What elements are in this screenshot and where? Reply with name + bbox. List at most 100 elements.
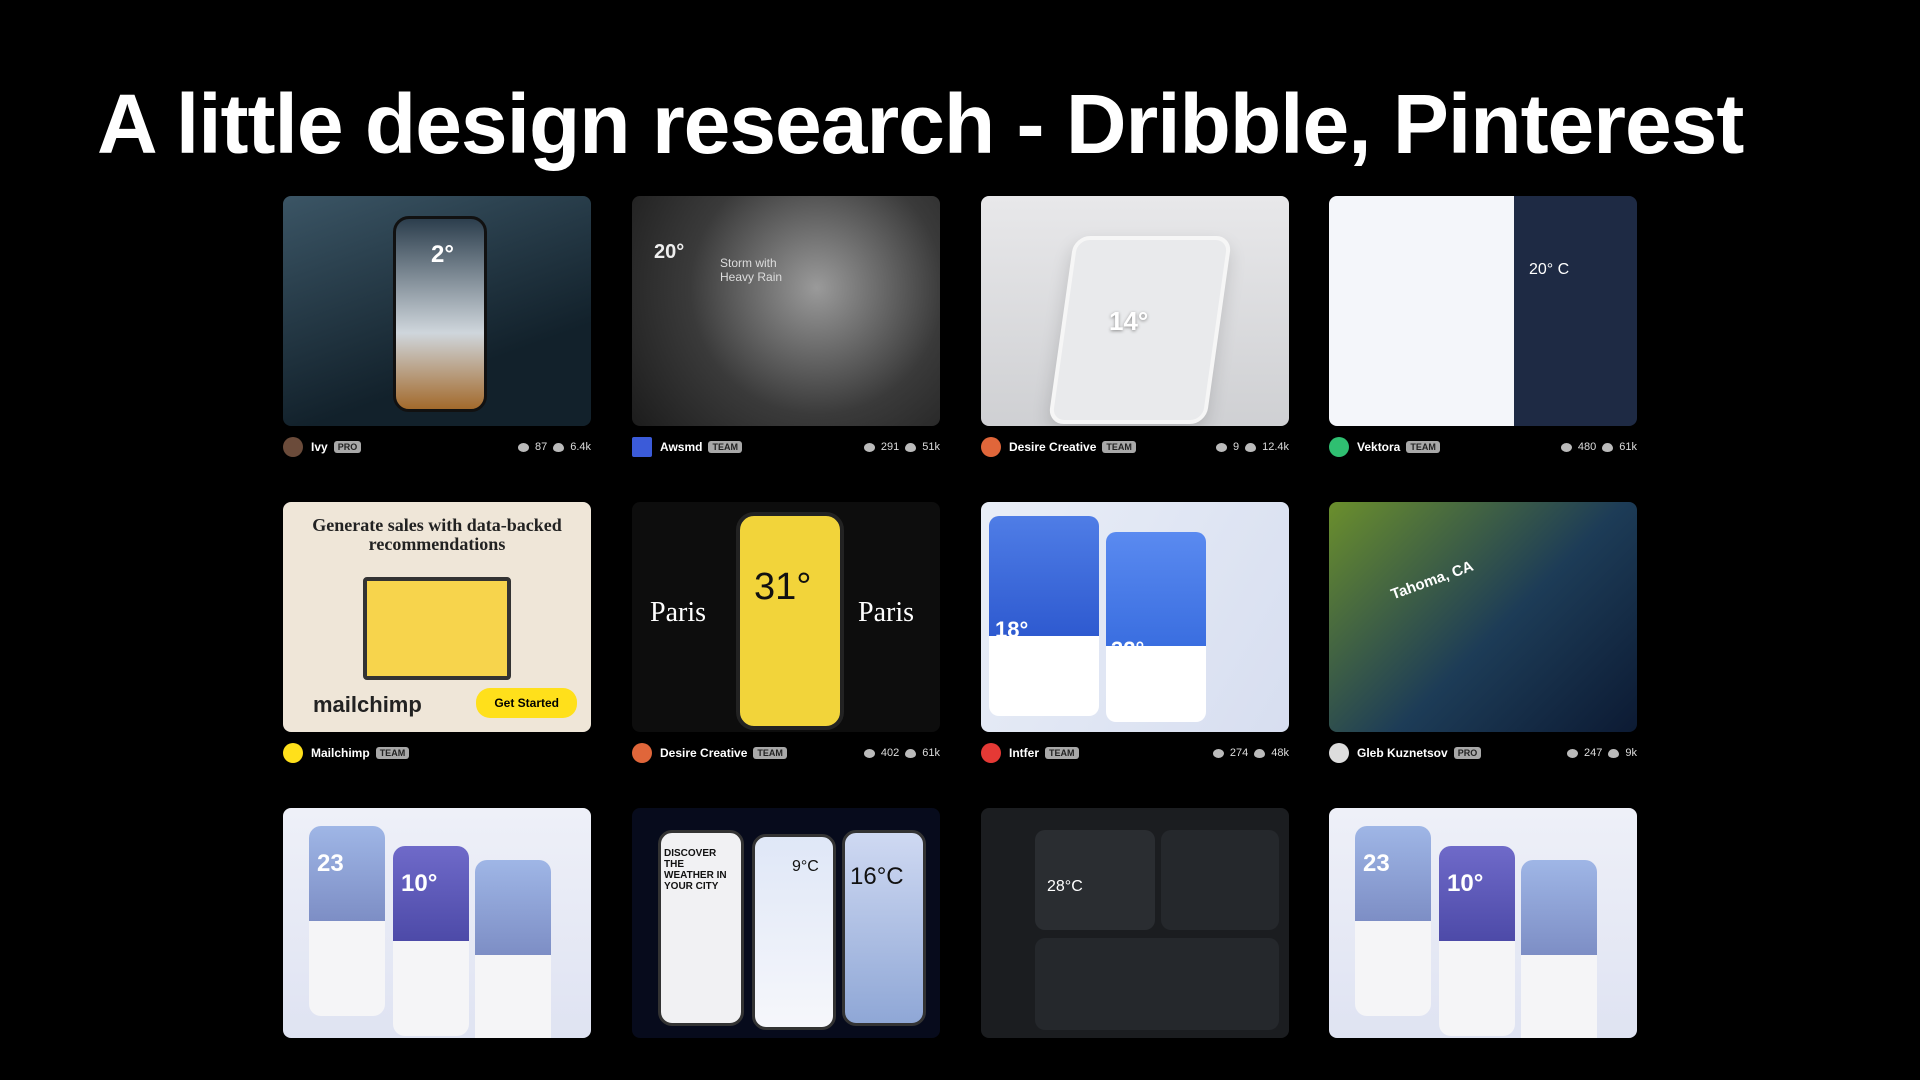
author-name[interactable]: Intfer	[1009, 746, 1039, 760]
get-started-button[interactable]: Get Started	[476, 688, 577, 718]
avatar[interactable]	[981, 743, 1001, 763]
views-count: 48k	[1271, 747, 1289, 759]
shot-card[interactable]: 23 10°	[283, 808, 591, 1038]
shot-stats: 9 12.4k	[1215, 441, 1289, 453]
author-badge: TEAM	[1045, 747, 1079, 759]
views-count: 9k	[1625, 747, 1637, 759]
shot-meta: Ivy PRO 87 6.4k	[283, 436, 591, 458]
city-text: Paris	[650, 597, 706, 628]
temperature-text: 31°	[754, 566, 812, 608]
shot-card[interactable]: 28°C	[981, 808, 1289, 1038]
author-badge: TEAM	[375, 747, 410, 759]
author-name[interactable]: Ivy	[311, 440, 328, 454]
shot-meta: Awsmd TEAM 291 51k	[632, 436, 940, 458]
city-text: Paris	[858, 597, 914, 628]
author-name[interactable]: Awsmd	[660, 440, 702, 454]
heart-icon[interactable]	[863, 748, 875, 758]
shot-stats: 87 6.4k	[517, 441, 591, 453]
likes-count: 274	[1229, 747, 1249, 759]
shot-meta: Desire Creative TEAM 9 12.4k	[981, 436, 1289, 458]
temperature-text: 14°	[1109, 306, 1149, 336]
temperature-text: 28°C	[1047, 878, 1083, 895]
heart-icon[interactable]	[1560, 442, 1572, 452]
views-count: 51k	[922, 441, 940, 453]
heart-icon[interactable]	[1567, 748, 1579, 758]
temperature-text: 23	[1363, 850, 1390, 877]
author-badge: TEAM	[1102, 441, 1136, 453]
ad-headline: Generate sales with data-backed recommen…	[312, 515, 562, 554]
shot-card[interactable]: Tahoma, CA Gleb Kuznetsov PRO 247 9k	[1329, 502, 1637, 763]
shot-card[interactable]: Generate sales with data-backed recommen…	[283, 502, 591, 763]
heart-icon[interactable]	[517, 442, 529, 452]
likes-count: 87	[534, 441, 548, 453]
likes-count: 480	[1577, 441, 1597, 453]
avatar[interactable]	[283, 437, 303, 457]
views-count: 61k	[922, 747, 940, 759]
avatar[interactable]	[1329, 437, 1349, 457]
views-count: 61k	[1619, 441, 1637, 453]
heart-icon[interactable]	[863, 442, 875, 452]
shot-card[interactable]: 14° Desire Creative TEAM 9 12.4k	[981, 196, 1289, 457]
eye-icon	[1254, 748, 1266, 758]
shot-card[interactable]: DISCOVER THE WEATHER IN YOUR CITY 9°C 16…	[632, 808, 940, 1038]
temperature-text: 10°	[401, 870, 438, 897]
author-name[interactable]: Mailchimp	[311, 746, 370, 760]
avatar[interactable]	[981, 437, 1001, 457]
shot-card[interactable]: 18° 32° Intfer TEAM 274 48k	[981, 502, 1289, 763]
avatar[interactable]	[1329, 743, 1349, 763]
shot-stats: 274 48k	[1212, 747, 1289, 759]
temperature-text: 16°C	[850, 863, 904, 890]
views-count: 6.4k	[570, 441, 591, 453]
heart-icon[interactable]	[1215, 442, 1227, 452]
likes-count: 9	[1232, 441, 1240, 453]
author-badge: PRO	[1453, 747, 1482, 759]
author-badge: TEAM	[708, 441, 742, 453]
shot-thumbnail[interactable]: 23 10°	[1329, 808, 1637, 1038]
shot-meta: Desire Creative TEAM 402 61k	[632, 742, 940, 764]
author-name[interactable]: Desire Creative	[660, 746, 747, 760]
shot-card[interactable]: 2° Ivy PRO 87 6.4k	[283, 196, 591, 457]
heart-icon[interactable]	[1212, 748, 1224, 758]
laptop-illustration	[363, 577, 511, 680]
shot-thumbnail[interactable]: 20° C	[1329, 196, 1637, 426]
shot-stats: 291 51k	[863, 441, 940, 453]
shot-thumbnail[interactable]: Paris Paris 31°	[632, 502, 940, 732]
shot-thumbnail[interactable]: 2°	[283, 196, 591, 426]
eye-icon	[905, 748, 917, 758]
shot-card[interactable]: Paris Paris 31° Desire Creative TEAM 402…	[632, 502, 940, 763]
avatar[interactable]	[632, 437, 652, 457]
shot-thumbnail[interactable]: DISCOVER THE WEATHER IN YOUR CITY 9°C 16…	[632, 808, 940, 1038]
shot-thumbnail[interactable]: 14°	[981, 196, 1289, 426]
author-name[interactable]: Vektora	[1357, 440, 1400, 454]
shot-card[interactable]: 20° Storm with Heavy Rain Awsmd TEAM 291…	[632, 196, 940, 457]
shot-meta: Mailchimp TEAM	[283, 742, 591, 764]
temperature-text: 20° C	[1529, 261, 1570, 278]
shot-thumbnail[interactable]: 28°C	[981, 808, 1289, 1038]
avatar[interactable]	[632, 743, 652, 763]
author-badge: TEAM	[753, 747, 787, 759]
temperature-text: 18°	[995, 617, 1029, 642]
shot-thumbnail[interactable]: 18° 32°	[981, 502, 1289, 732]
shot-thumbnail[interactable]: 20° Storm with Heavy Rain	[632, 196, 940, 426]
shot-card[interactable]: 23 10°	[1329, 808, 1637, 1038]
headline-text: DISCOVER THE WEATHER IN YOUR CITY	[664, 848, 727, 892]
author-name[interactable]: Desire Creative	[1009, 440, 1096, 454]
eye-icon	[1608, 748, 1620, 758]
city-text: Tahoma, CA	[1388, 557, 1476, 604]
shot-thumbnail[interactable]: Tahoma, CA	[1329, 502, 1637, 732]
temperature-text: 9°C	[792, 858, 819, 875]
eye-icon	[1602, 442, 1614, 452]
author-name[interactable]: Gleb Kuznetsov	[1357, 746, 1448, 760]
slide-title: A little design research - Dribble, Pint…	[97, 77, 1744, 171]
ad-thumbnail[interactable]: Generate sales with data-backed recommen…	[283, 502, 591, 732]
shot-card[interactable]: 20° C Vektora TEAM 480 61k	[1329, 196, 1637, 457]
shot-stats: 480 61k	[1560, 441, 1637, 453]
shot-stats: 402 61k	[863, 747, 940, 759]
likes-count: 402	[880, 747, 900, 759]
likes-count: 291	[880, 441, 900, 453]
views-count: 12.4k	[1262, 441, 1289, 453]
shot-thumbnail[interactable]: 23 10°	[283, 808, 591, 1038]
temperature-text: 2°	[431, 241, 454, 268]
avatar[interactable]	[283, 743, 303, 763]
eye-icon	[553, 442, 565, 452]
